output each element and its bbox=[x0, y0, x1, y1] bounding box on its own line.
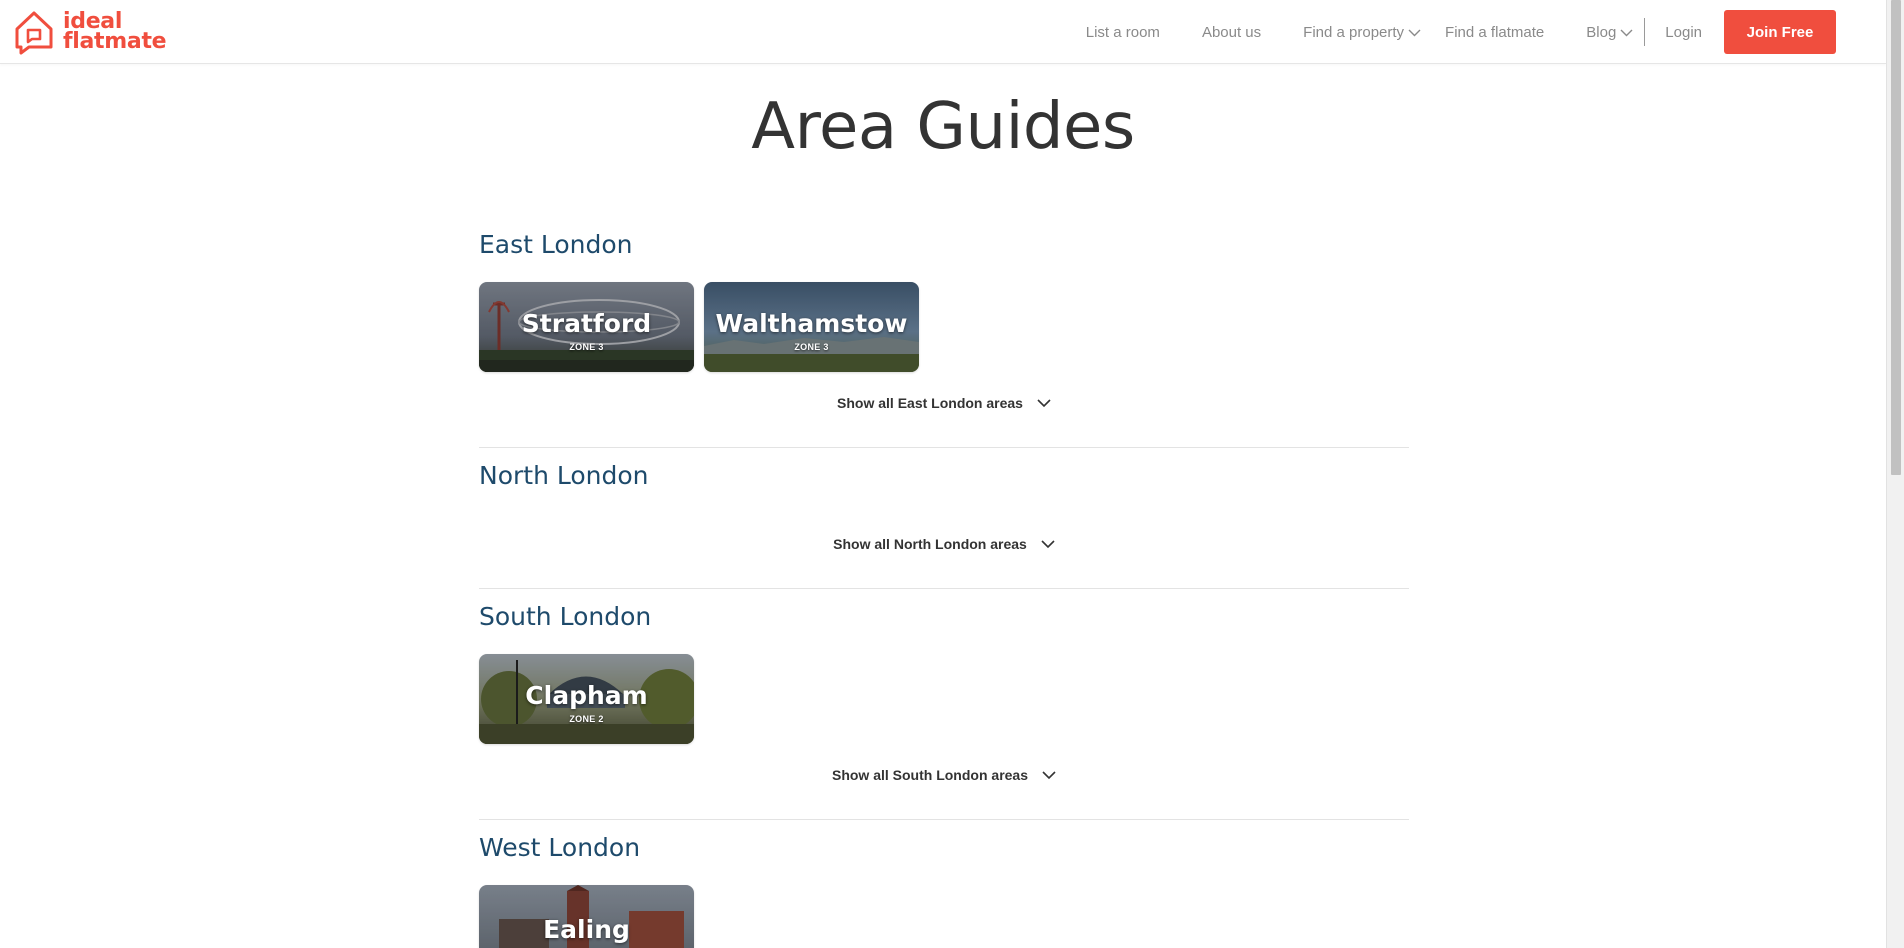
show-all-label: Show all South London areas bbox=[831, 767, 1028, 783]
show-all-label: Show all North London areas bbox=[833, 536, 1027, 552]
nav-blog-label: Blog bbox=[1586, 23, 1617, 41]
chevron-down-icon bbox=[1037, 398, 1051, 407]
ideal-flatmate-logo[interactable]: ideal flatmate bbox=[13, 8, 167, 56]
chevron-down-icon bbox=[1620, 29, 1633, 36]
page-scrollbar[interactable] bbox=[1886, 0, 1904, 948]
brand-line-2: flatmate bbox=[63, 29, 167, 54]
area-card-walthamstow[interactable]: Walthamstow ZONE 3 bbox=[704, 282, 919, 372]
nav-blog[interactable]: Blog bbox=[1565, 24, 1641, 41]
nav-list-a-room[interactable]: List a room bbox=[1065, 24, 1181, 41]
top-navigation-bar: ideal flatmate List a room About us Find… bbox=[0, 0, 1886, 64]
nav-find-a-flatmate[interactable]: Find a flatmate bbox=[1427, 24, 1565, 41]
area-name: Walthamstow bbox=[715, 308, 908, 338]
section-divider bbox=[479, 447, 1409, 448]
section-divider bbox=[479, 588, 1409, 589]
chevron-down-icon bbox=[1408, 29, 1421, 36]
scrollbar-thumb[interactable] bbox=[1891, 0, 1901, 475]
area-zone-badge: ZONE 3 bbox=[794, 341, 829, 352]
show-all-south-london-button[interactable]: Show all South London areas bbox=[479, 767, 1409, 783]
region-title: South London bbox=[479, 602, 652, 631]
area-name: Clapham bbox=[525, 680, 648, 710]
area-name: Ealing bbox=[543, 915, 630, 944]
section-divider bbox=[479, 819, 1409, 820]
house-speech-bubble-icon bbox=[15, 11, 53, 55]
nav-login[interactable]: Login bbox=[1645, 24, 1724, 41]
show-all-north-london-button[interactable]: Show all North London areas bbox=[479, 536, 1409, 552]
show-all-east-london-button[interactable]: Show all East London areas bbox=[479, 395, 1409, 411]
nav-find-a-property-label: Find a property bbox=[1303, 23, 1405, 41]
area-card-clapham[interactable]: Clapham ZONE 2 bbox=[479, 654, 694, 744]
area-card-ealing[interactable]: Ealing bbox=[479, 885, 694, 948]
region-title: West London bbox=[479, 833, 641, 862]
area-card-stratford[interactable]: Stratford ZONE 3 bbox=[479, 282, 694, 372]
join-free-button[interactable]: Join Free bbox=[1724, 10, 1836, 54]
show-all-label: Show all East London areas bbox=[837, 395, 1023, 411]
brand-wordmark: ideal flatmate bbox=[63, 11, 167, 54]
region-title: East London bbox=[479, 230, 633, 259]
main-nav: List a room About us Find a property Fin… bbox=[1065, 10, 1836, 54]
area-zone-badge: ZONE 2 bbox=[569, 713, 604, 724]
chevron-down-icon bbox=[1042, 770, 1056, 779]
region-title: North London bbox=[479, 461, 649, 490]
nav-find-a-property[interactable]: Find a property bbox=[1282, 24, 1427, 41]
area-card-row: Clapham ZONE 2 bbox=[479, 654, 694, 744]
chevron-down-icon bbox=[1041, 539, 1055, 548]
area-name: Stratford bbox=[521, 308, 652, 338]
area-zone-badge: ZONE 3 bbox=[569, 341, 604, 352]
page-title: Area Guides bbox=[751, 90, 1135, 164]
area-card-row: Ealing bbox=[479, 885, 694, 948]
area-card-row: Stratford ZONE 3 Walthamstow ZONE 3 bbox=[479, 282, 919, 372]
nav-about-us[interactable]: About us bbox=[1181, 24, 1282, 41]
